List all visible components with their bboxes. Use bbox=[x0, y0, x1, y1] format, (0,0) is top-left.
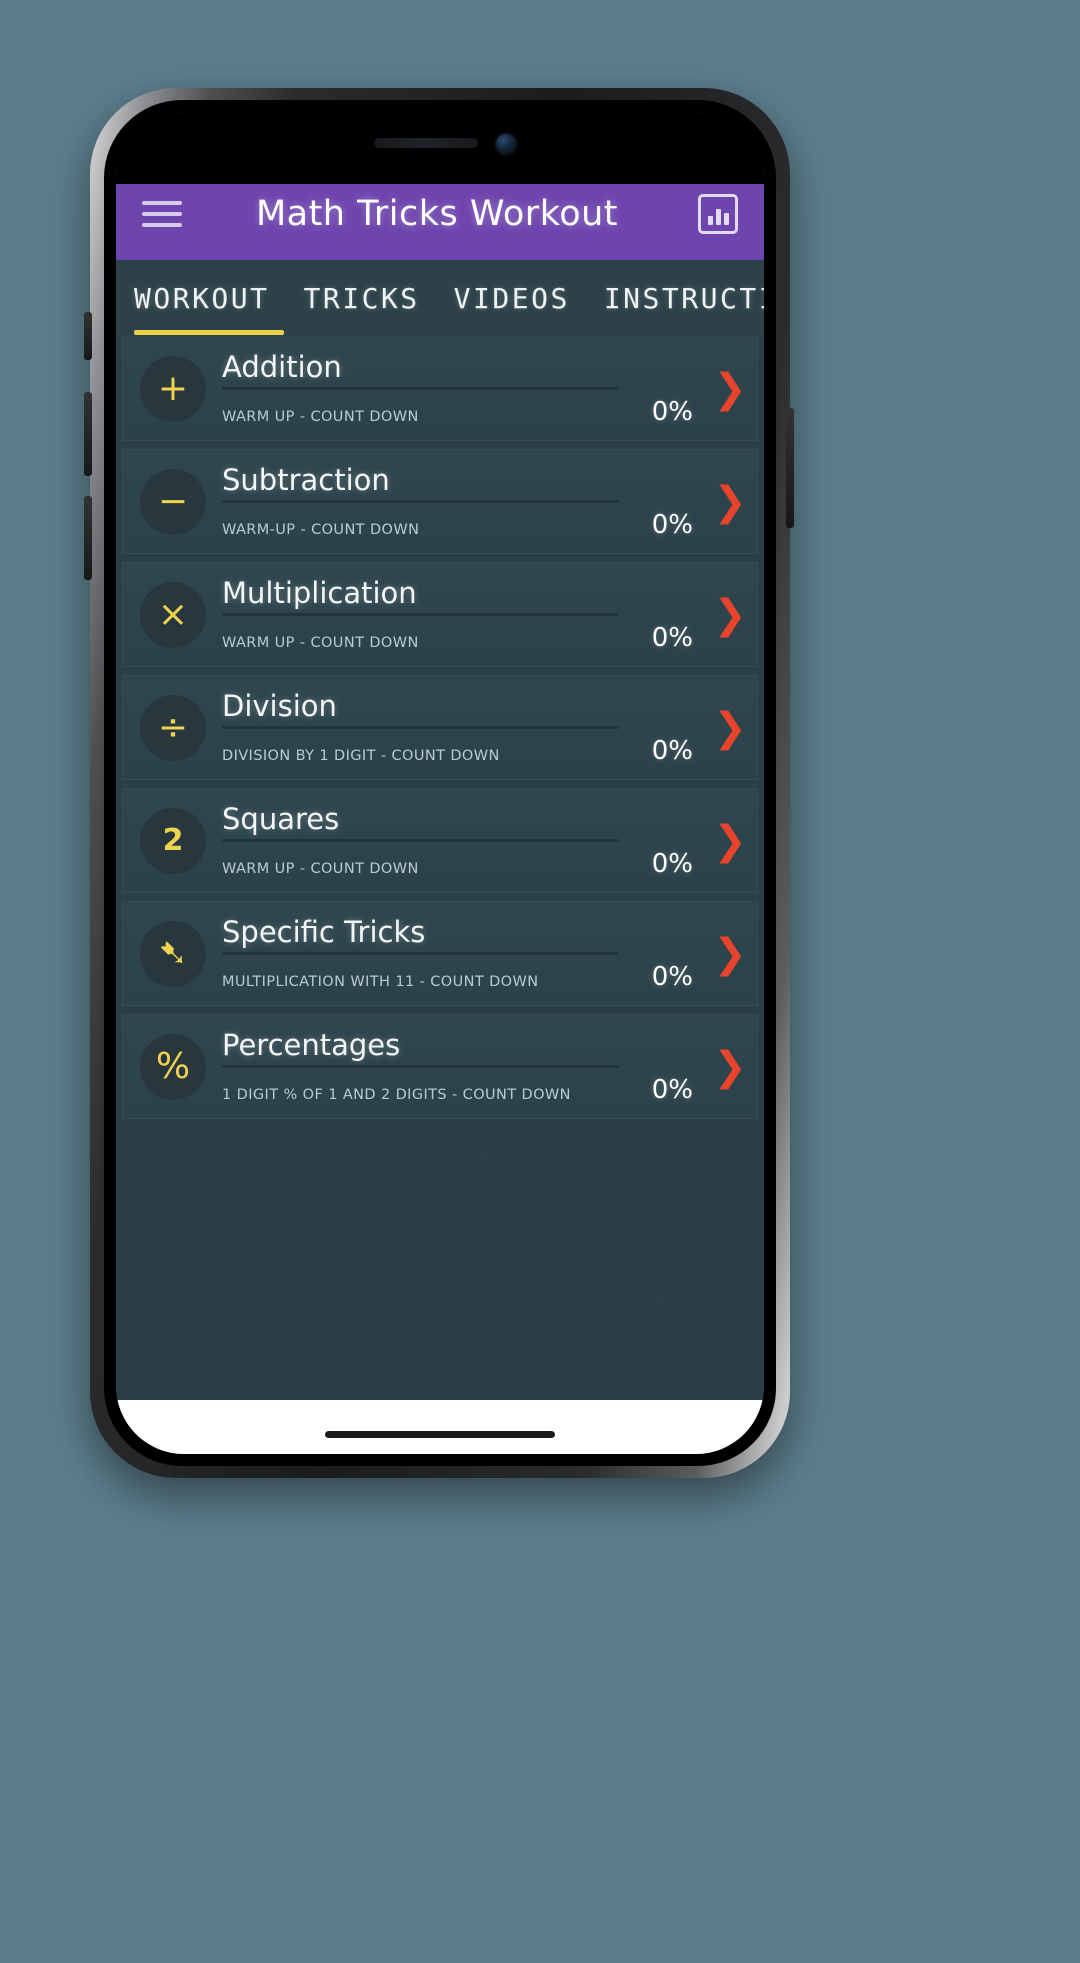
list-item[interactable]: × Multiplication WARM UP - COUNT DOWN 0%… bbox=[122, 562, 758, 667]
list-item-divider bbox=[222, 387, 619, 391]
divide-icon: ÷ bbox=[140, 694, 206, 761]
list-item[interactable]: − Subtraction WARM-UP - COUNT DOWN 0% ❯ bbox=[122, 449, 758, 554]
list-item-progress: 0% bbox=[651, 849, 693, 880]
list-item-progress: 0% bbox=[651, 962, 693, 993]
list-item-divider bbox=[222, 1065, 619, 1069]
chevron-right-icon[interactable]: ❯ bbox=[703, 789, 757, 892]
square-exponent-icon: 2 bbox=[140, 807, 206, 874]
chevron-right-icon[interactable]: ❯ bbox=[703, 563, 757, 666]
chevron-right-icon[interactable]: ❯ bbox=[703, 337, 757, 440]
plus-icon: + bbox=[140, 355, 206, 422]
list-item-body: Multiplication WARM UP - COUNT DOWN 0% bbox=[222, 563, 697, 666]
arrow-trick-icon: ➷ bbox=[140, 920, 206, 987]
list-item-progress: 0% bbox=[651, 397, 693, 428]
list-item-divider bbox=[222, 952, 619, 956]
math-tricks-app: Math Tricks Workout WORKOUT TRICKS VIDEO… bbox=[116, 112, 764, 1454]
list-item-body: Addition WARM UP - COUNT DOWN 0% bbox=[222, 337, 697, 440]
list-item-body: Percentages 1 DIGIT % OF 1 AND 2 DIGITS … bbox=[222, 1015, 697, 1118]
list-item[interactable]: 2 Squares WARM UP - COUNT DOWN 0% ❯ bbox=[122, 788, 758, 893]
list-item-title: Percentages bbox=[222, 1027, 401, 1062]
home-indicator[interactable] bbox=[325, 1431, 555, 1438]
list-item-meta: 1 DIGIT % OF 1 AND 2 DIGITS - COUNT DOWN… bbox=[222, 1075, 697, 1105]
tab-videos[interactable]: VIDEOS bbox=[454, 260, 570, 336]
page-title: Math Tricks Workout bbox=[255, 194, 619, 234]
phone-screen: Math Tricks Workout WORKOUT TRICKS VIDEO… bbox=[116, 112, 764, 1454]
multiply-icon: × bbox=[140, 581, 206, 648]
list-item-subtitle: WARM UP - COUNT DOWN bbox=[222, 635, 419, 652]
tab-bar[interactable]: WORKOUT TRICKS VIDEOS INSTRUCTIONS bbox=[116, 260, 764, 336]
list-item-progress: 0% bbox=[651, 1075, 693, 1106]
list-item-subtitle: WARM UP - COUNT DOWN bbox=[222, 409, 419, 426]
minus-icon: − bbox=[140, 468, 206, 535]
chevron-right-icon[interactable]: ❯ bbox=[703, 1015, 757, 1118]
chart-bar-1 bbox=[707, 216, 713, 225]
list-item[interactable]: + Addition WARM UP - COUNT DOWN 0% ❯ bbox=[122, 336, 758, 441]
volume-up-button[interactable] bbox=[84, 392, 92, 476]
chevron-right-icon[interactable]: ❯ bbox=[703, 450, 757, 553]
list-item-title: Division bbox=[222, 688, 337, 723]
tab-workout[interactable]: WORKOUT bbox=[134, 260, 270, 336]
mute-switch[interactable] bbox=[84, 312, 92, 360]
chevron-right-icon[interactable]: ❯ bbox=[703, 902, 757, 1005]
list-item-divider bbox=[222, 500, 619, 504]
list-item-subtitle: WARM UP - COUNT DOWN bbox=[222, 861, 419, 878]
list-item-divider bbox=[222, 613, 619, 617]
list-item-body: Specific Tricks MULTIPLICATION WITH 11 -… bbox=[222, 902, 697, 1005]
speaker-grille-icon bbox=[374, 138, 478, 148]
percent-icon: % bbox=[140, 1033, 206, 1100]
list-item-meta: DIVISION BY 1 DIGIT - COUNT DOWN 0% bbox=[222, 736, 697, 766]
chevron-right-icon[interactable]: ❯ bbox=[703, 676, 757, 779]
list-item-meta: WARM UP - COUNT DOWN 0% bbox=[222, 397, 697, 427]
list-item-subtitle: WARM-UP - COUNT DOWN bbox=[222, 522, 420, 539]
chart-bar-3 bbox=[723, 213, 729, 225]
home-bar-area bbox=[116, 1400, 764, 1454]
list-item-meta: WARM UP - COUNT DOWN 0% bbox=[222, 849, 697, 879]
list-item-subtitle: 1 DIGIT % OF 1 AND 2 DIGITS - COUNT DOWN bbox=[222, 1087, 571, 1104]
list-item-body: Squares WARM UP - COUNT DOWN 0% bbox=[222, 789, 697, 892]
list-item-meta: MULTIPLICATION WITH 11 - COUNT DOWN 0% bbox=[222, 962, 697, 992]
volume-down-button[interactable] bbox=[84, 496, 92, 580]
list-item-body: Subtraction WARM-UP - COUNT DOWN 0% bbox=[222, 450, 697, 553]
notch-island bbox=[290, 112, 590, 170]
list-item-title: Squares bbox=[222, 801, 340, 836]
list-item-body: Division DIVISION BY 1 DIGIT - COUNT DOW… bbox=[222, 676, 697, 779]
list-item[interactable]: ÷ Division DIVISION BY 1 DIGIT - COUNT D… bbox=[122, 675, 758, 780]
chart-bar-2 bbox=[715, 209, 721, 225]
list-item-progress: 0% bbox=[651, 623, 693, 654]
list-item-divider bbox=[222, 726, 619, 730]
list-item-progress: 0% bbox=[651, 510, 693, 541]
list-item[interactable]: % Percentages 1 DIGIT % OF 1 AND 2 DIGIT… bbox=[122, 1014, 758, 1119]
list-item-subtitle: MULTIPLICATION WITH 11 - COUNT DOWN bbox=[222, 974, 539, 991]
front-camera-icon bbox=[496, 134, 516, 154]
tab-instructions[interactable]: INSTRUCTIONS bbox=[604, 260, 764, 336]
list-item-title: Subtraction bbox=[222, 462, 390, 497]
list-item-subtitle: DIVISION BY 1 DIGIT - COUNT DOWN bbox=[222, 748, 500, 765]
tab-tricks[interactable]: TRICKS bbox=[304, 260, 420, 336]
power-button[interactable] bbox=[786, 408, 794, 528]
list-item-title: Addition bbox=[222, 349, 342, 384]
workout-list: + Addition WARM UP - COUNT DOWN 0% ❯ − S… bbox=[116, 336, 764, 1454]
list-item[interactable]: ➷ Specific Tricks MULTIPLICATION WITH 11… bbox=[122, 901, 758, 1006]
list-item-divider bbox=[222, 839, 619, 843]
list-item-meta: WARM UP - COUNT DOWN 0% bbox=[222, 623, 697, 653]
active-tab-indicator bbox=[134, 330, 284, 335]
list-item-title: Specific Tricks bbox=[222, 914, 426, 949]
list-item-meta: WARM-UP - COUNT DOWN 0% bbox=[222, 510, 697, 540]
bar-chart-icon[interactable] bbox=[698, 194, 738, 234]
notch bbox=[116, 112, 764, 184]
list-item-title: Multiplication bbox=[222, 575, 417, 610]
list-item-progress: 0% bbox=[651, 736, 693, 767]
